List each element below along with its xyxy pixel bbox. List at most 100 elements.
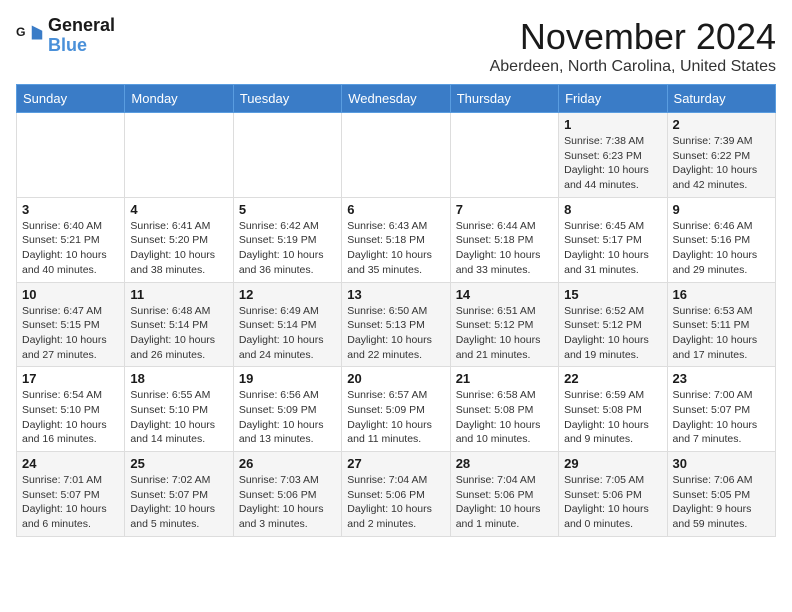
day-number: 27 bbox=[347, 456, 444, 471]
day-number: 16 bbox=[673, 287, 770, 302]
calendar-cell: 20 Sunrise: 6:57 AM Sunset: 5:09 PM Dayli… bbox=[342, 367, 450, 452]
weekday-header-sunday: Sunday bbox=[17, 85, 125, 113]
day-number: 15 bbox=[564, 287, 661, 302]
day-number: 2 bbox=[673, 117, 770, 132]
day-info: Sunrise: 6:58 AM Sunset: 5:08 PM Dayligh… bbox=[456, 388, 553, 447]
weekday-header-row: SundayMondayTuesdayWednesdayThursdayFrid… bbox=[17, 85, 776, 113]
day-number: 17 bbox=[22, 371, 119, 386]
logo-icon: G bbox=[16, 22, 44, 50]
day-number: 19 bbox=[239, 371, 336, 386]
day-info: Sunrise: 6:42 AM Sunset: 5:19 PM Dayligh… bbox=[239, 219, 336, 278]
day-info: Sunrise: 6:48 AM Sunset: 5:14 PM Dayligh… bbox=[130, 304, 227, 363]
day-number: 6 bbox=[347, 202, 444, 217]
day-info: Sunrise: 7:38 AM Sunset: 6:23 PM Dayligh… bbox=[564, 134, 661, 193]
day-info: Sunrise: 6:50 AM Sunset: 5:13 PM Dayligh… bbox=[347, 304, 444, 363]
weekday-header-wednesday: Wednesday bbox=[342, 85, 450, 113]
day-info: Sunrise: 7:39 AM Sunset: 6:22 PM Dayligh… bbox=[673, 134, 770, 193]
calendar-table: SundayMondayTuesdayWednesdayThursdayFrid… bbox=[16, 84, 776, 537]
calendar-cell: 6 Sunrise: 6:43 AM Sunset: 5:18 PM Daylig… bbox=[342, 197, 450, 282]
day-number: 14 bbox=[456, 287, 553, 302]
day-number: 4 bbox=[130, 202, 227, 217]
calendar-cell: 25 Sunrise: 7:02 AM Sunset: 5:07 PM Dayli… bbox=[125, 452, 233, 537]
day-info: Sunrise: 6:47 AM Sunset: 5:15 PM Dayligh… bbox=[22, 304, 119, 363]
calendar-cell: 4 Sunrise: 6:41 AM Sunset: 5:20 PM Daylig… bbox=[125, 197, 233, 282]
day-number: 25 bbox=[130, 456, 227, 471]
day-info: Sunrise: 7:04 AM Sunset: 5:06 PM Dayligh… bbox=[456, 473, 553, 532]
day-number: 24 bbox=[22, 456, 119, 471]
day-number: 20 bbox=[347, 371, 444, 386]
svg-text:G: G bbox=[16, 25, 26, 39]
day-info: Sunrise: 6:57 AM Sunset: 5:09 PM Dayligh… bbox=[347, 388, 444, 447]
weekday-header-saturday: Saturday bbox=[667, 85, 775, 113]
week-row-5: 24 Sunrise: 7:01 AM Sunset: 5:07 PM Dayli… bbox=[17, 452, 776, 537]
day-info: Sunrise: 6:44 AM Sunset: 5:18 PM Dayligh… bbox=[456, 219, 553, 278]
day-number: 3 bbox=[22, 202, 119, 217]
month-title: November 2024 bbox=[490, 16, 776, 58]
day-number: 21 bbox=[456, 371, 553, 386]
day-number: 26 bbox=[239, 456, 336, 471]
calendar-cell: 26 Sunrise: 7:03 AM Sunset: 5:06 PM Dayli… bbox=[233, 452, 341, 537]
calendar-cell: 11 Sunrise: 6:48 AM Sunset: 5:14 PM Dayli… bbox=[125, 282, 233, 367]
calendar-cell: 17 Sunrise: 6:54 AM Sunset: 5:10 PM Dayli… bbox=[17, 367, 125, 452]
calendar-cell: 12Sunrise: 6:49 AM Sunset: 5:14 PM Dayli… bbox=[233, 282, 341, 367]
calendar-cell: 5 Sunrise: 6:42 AM Sunset: 5:19 PM Daylig… bbox=[233, 197, 341, 282]
calendar-cell: 14 Sunrise: 6:51 AM Sunset: 5:12 PM Dayli… bbox=[450, 282, 558, 367]
day-info: Sunrise: 6:54 AM Sunset: 5:10 PM Dayligh… bbox=[22, 388, 119, 447]
title-block: November 2024 Aberdeen, North Carolina, … bbox=[490, 16, 776, 76]
day-info: Sunrise: 6:51 AM Sunset: 5:12 PM Dayligh… bbox=[456, 304, 553, 363]
day-number: 11 bbox=[130, 287, 227, 302]
week-row-4: 17 Sunrise: 6:54 AM Sunset: 5:10 PM Dayli… bbox=[17, 367, 776, 452]
day-number: 8 bbox=[564, 202, 661, 217]
day-info: Sunrise: 6:45 AM Sunset: 5:17 PM Dayligh… bbox=[564, 219, 661, 278]
day-info: Sunrise: 7:06 AM Sunset: 5:05 PM Dayligh… bbox=[673, 473, 770, 532]
logo-text: GeneralBlue bbox=[48, 16, 115, 56]
day-number: 10 bbox=[22, 287, 119, 302]
day-info: Sunrise: 6:46 AM Sunset: 5:16 PM Dayligh… bbox=[673, 219, 770, 278]
calendar-cell: 3 Sunrise: 6:40 AM Sunset: 5:21 PM Daylig… bbox=[17, 197, 125, 282]
calendar-cell: 29 Sunrise: 7:05 AM Sunset: 5:06 PM Dayli… bbox=[559, 452, 667, 537]
weekday-header-monday: Monday bbox=[125, 85, 233, 113]
calendar-cell: 21 Sunrise: 6:58 AM Sunset: 5:08 PM Dayli… bbox=[450, 367, 558, 452]
calendar-cell: 10 Sunrise: 6:47 AM Sunset: 5:15 PM Dayli… bbox=[17, 282, 125, 367]
day-info: Sunrise: 7:05 AM Sunset: 5:06 PM Dayligh… bbox=[564, 473, 661, 532]
day-info: Sunrise: 6:59 AM Sunset: 5:08 PM Dayligh… bbox=[564, 388, 661, 447]
day-info: Sunrise: 7:04 AM Sunset: 5:06 PM Dayligh… bbox=[347, 473, 444, 532]
calendar-cell: 23Sunrise: 7:00 AM Sunset: 5:07 PM Dayli… bbox=[667, 367, 775, 452]
day-number: 23 bbox=[673, 371, 770, 386]
calendar-cell: 22 Sunrise: 6:59 AM Sunset: 5:08 PM Dayli… bbox=[559, 367, 667, 452]
calendar-cell: 13 Sunrise: 6:50 AM Sunset: 5:13 PM Dayli… bbox=[342, 282, 450, 367]
day-info: Sunrise: 7:01 AM Sunset: 5:07 PM Dayligh… bbox=[22, 473, 119, 532]
day-number: 1 bbox=[564, 117, 661, 132]
day-info: Sunrise: 6:55 AM Sunset: 5:10 PM Dayligh… bbox=[130, 388, 227, 447]
calendar-cell: 15 Sunrise: 6:52 AM Sunset: 5:12 PM Dayli… bbox=[559, 282, 667, 367]
day-number: 22 bbox=[564, 371, 661, 386]
day-number: 7 bbox=[456, 202, 553, 217]
calendar-cell: 30Sunrise: 7:06 AM Sunset: 5:05 PM Dayli… bbox=[667, 452, 775, 537]
day-number: 18 bbox=[130, 371, 227, 386]
day-info: Sunrise: 7:02 AM Sunset: 5:07 PM Dayligh… bbox=[130, 473, 227, 532]
day-info: Sunrise: 6:52 AM Sunset: 5:12 PM Dayligh… bbox=[564, 304, 661, 363]
calendar-cell bbox=[342, 113, 450, 198]
week-row-3: 10 Sunrise: 6:47 AM Sunset: 5:15 PM Dayli… bbox=[17, 282, 776, 367]
day-info: Sunrise: 6:56 AM Sunset: 5:09 PM Dayligh… bbox=[239, 388, 336, 447]
calendar-cell bbox=[450, 113, 558, 198]
day-info: Sunrise: 6:41 AM Sunset: 5:20 PM Dayligh… bbox=[130, 219, 227, 278]
day-number: 29 bbox=[564, 456, 661, 471]
calendar-cell bbox=[125, 113, 233, 198]
day-number: 13 bbox=[347, 287, 444, 302]
calendar-cell: 27 Sunrise: 7:04 AM Sunset: 5:06 PM Dayli… bbox=[342, 452, 450, 537]
calendar-cell: 16 Sunrise: 6:53 AM Sunset: 5:11 PM Dayli… bbox=[667, 282, 775, 367]
location-title: Aberdeen, North Carolina, United States bbox=[490, 58, 776, 76]
day-number: 5 bbox=[239, 202, 336, 217]
weekday-header-thursday: Thursday bbox=[450, 85, 558, 113]
day-info: Sunrise: 7:03 AM Sunset: 5:06 PM Dayligh… bbox=[239, 473, 336, 532]
calendar-cell: 28Sunrise: 7:04 AM Sunset: 5:06 PM Dayli… bbox=[450, 452, 558, 537]
day-info: Sunrise: 6:40 AM Sunset: 5:21 PM Dayligh… bbox=[22, 219, 119, 278]
day-number: 9 bbox=[673, 202, 770, 217]
header: G GeneralBlue November 2024 Aberdeen, No… bbox=[16, 16, 776, 76]
calendar-cell: 1 Sunrise: 7:38 AM Sunset: 6:23 PM Daylig… bbox=[559, 113, 667, 198]
weekday-header-tuesday: Tuesday bbox=[233, 85, 341, 113]
day-info: Sunrise: 6:43 AM Sunset: 5:18 PM Dayligh… bbox=[347, 219, 444, 278]
calendar-cell: 18 Sunrise: 6:55 AM Sunset: 5:10 PM Dayli… bbox=[125, 367, 233, 452]
day-info: Sunrise: 6:53 AM Sunset: 5:11 PM Dayligh… bbox=[673, 304, 770, 363]
